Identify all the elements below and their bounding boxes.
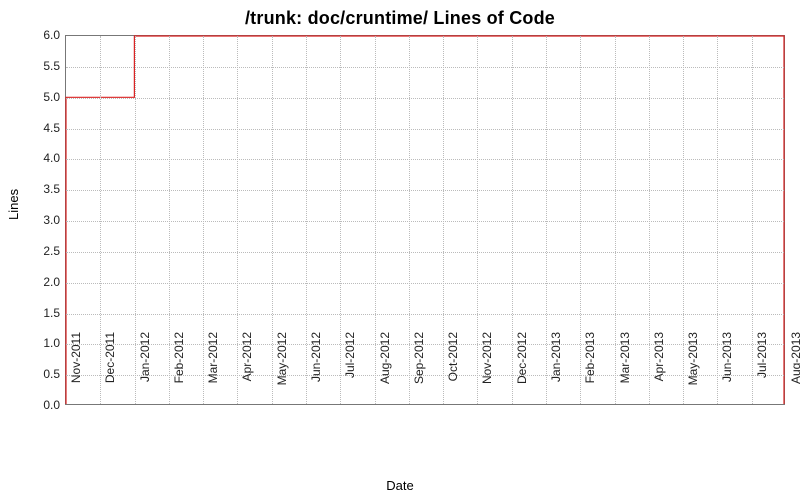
- x-tick-label: Jun-2012: [309, 332, 323, 412]
- x-tick-label: Nov-2012: [480, 332, 494, 412]
- x-tick-label: May-2013: [686, 332, 700, 412]
- y-gridline: [66, 98, 784, 99]
- x-gridline: [443, 36, 444, 404]
- x-tick-label: Oct-2012: [446, 332, 460, 412]
- y-gridline: [66, 67, 784, 68]
- x-tick-label: Dec-2012: [515, 332, 529, 412]
- y-tick-label: 2.5: [10, 244, 60, 258]
- x-tick-label: Jul-2012: [343, 332, 357, 412]
- x-tick-label: Mar-2012: [206, 332, 220, 412]
- y-gridline: [66, 129, 784, 130]
- x-gridline: [169, 36, 170, 404]
- x-tick-label: Aug-2012: [378, 332, 392, 412]
- x-tick-label: Jan-2012: [138, 332, 152, 412]
- x-tick-label: May-2012: [275, 332, 289, 412]
- x-tick-label: Apr-2012: [240, 332, 254, 412]
- x-gridline: [203, 36, 204, 404]
- x-gridline: [752, 36, 753, 404]
- x-gridline: [649, 36, 650, 404]
- x-gridline: [340, 36, 341, 404]
- x-tick-label: Apr-2013: [652, 332, 666, 412]
- y-tick-label: 0.0: [10, 398, 60, 412]
- y-tick-label: 5.5: [10, 59, 60, 73]
- chart-title: /trunk: doc/cruntime/ Lines of Code: [0, 8, 800, 29]
- x-tick-label: Feb-2012: [172, 332, 186, 412]
- y-gridline: [66, 221, 784, 222]
- x-tick-label: Feb-2013: [583, 332, 597, 412]
- x-gridline: [100, 36, 101, 404]
- x-gridline: [272, 36, 273, 404]
- x-gridline: [306, 36, 307, 404]
- x-gridline: [237, 36, 238, 404]
- y-tick-label: 3.5: [10, 182, 60, 196]
- y-gridline: [66, 314, 784, 315]
- y-gridline: [66, 283, 784, 284]
- y-tick-label: 1.5: [10, 306, 60, 320]
- y-tick-label: 6.0: [10, 28, 60, 42]
- x-tick-label: Nov-2011: [69, 332, 83, 412]
- x-tick-label: Sep-2012: [412, 332, 426, 412]
- x-gridline: [546, 36, 547, 404]
- y-tick-label: 5.0: [10, 90, 60, 104]
- y-tick-label: 2.0: [10, 275, 60, 289]
- y-tick-label: 0.5: [10, 367, 60, 381]
- x-gridline: [512, 36, 513, 404]
- x-gridline: [717, 36, 718, 404]
- y-tick-label: 4.5: [10, 121, 60, 135]
- x-tick-label: Jul-2013: [755, 332, 769, 412]
- y-gridline: [66, 159, 784, 160]
- x-gridline: [683, 36, 684, 404]
- x-gridline: [375, 36, 376, 404]
- loc-chart: /trunk: doc/cruntime/ Lines of Code Line…: [0, 0, 800, 500]
- y-tick-label: 1.0: [10, 336, 60, 350]
- y-tick-label: 4.0: [10, 151, 60, 165]
- y-gridline: [66, 252, 784, 253]
- x-tick-label: Jun-2013: [720, 332, 734, 412]
- x-tick-label: Aug-2013: [789, 332, 800, 412]
- x-gridline: [409, 36, 410, 404]
- x-axis-label: Date: [0, 478, 800, 493]
- x-gridline: [135, 36, 136, 404]
- x-gridline: [477, 36, 478, 404]
- y-gridline: [66, 190, 784, 191]
- x-gridline: [615, 36, 616, 404]
- x-tick-label: Dec-2011: [103, 332, 117, 412]
- x-gridline: [580, 36, 581, 404]
- x-tick-label: Jan-2013: [549, 332, 563, 412]
- x-tick-label: Mar-2013: [618, 332, 632, 412]
- y-tick-label: 3.0: [10, 213, 60, 227]
